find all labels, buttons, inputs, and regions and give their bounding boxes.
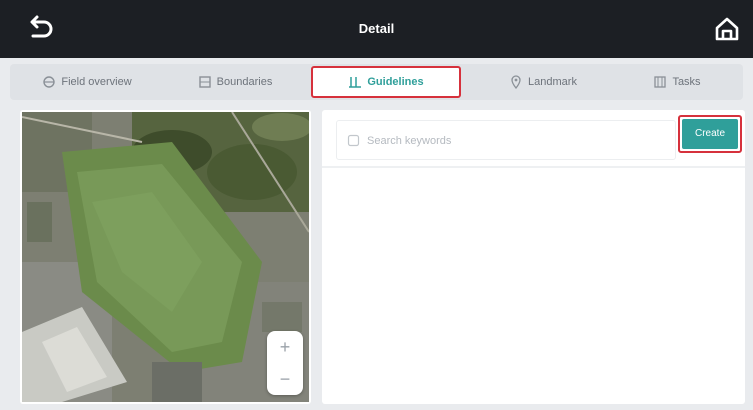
home-button[interactable] [712,14,742,44]
create-button-label: Create [682,119,738,149]
tab-boundaries[interactable]: Boundaries [170,64,300,100]
pin-icon [511,75,521,89]
tab-bar: Field overview Boundaries Guidelines Lan… [10,64,743,100]
divider [322,166,745,168]
page-title: Detail [358,21,395,36]
tab-guidelines[interactable]: Guidelines [311,66,461,98]
field-icon [43,76,56,88]
tab-tasks[interactable]: Tasks [622,64,732,100]
satellite-map[interactable] [22,112,309,402]
search-icon [347,134,360,147]
boundary-icon [198,76,211,88]
tab-field-overview[interactable]: Field overview [16,64,158,100]
zoom-out-button[interactable]: − [267,363,303,395]
tasks-icon [654,76,667,88]
title-bar: Detail [0,0,753,58]
zoom-control: + − [267,331,303,395]
tab-label: Tasks [672,76,701,88]
zoom-in-button[interactable]: + [267,331,303,363]
tab-label: Landmark [528,76,577,88]
search-input[interactable] [367,129,667,153]
guideline-icon [349,77,362,88]
tab-landmark[interactable]: Landmark [472,64,614,100]
tab-label: Field overview [61,76,132,88]
tab-label: Boundaries [216,76,273,88]
guidelines-panel: Create [322,110,745,404]
search-box [336,120,676,160]
home-icon [715,17,739,41]
tab-label: Guidelines [367,76,424,88]
create-button[interactable]: Create [678,115,742,153]
